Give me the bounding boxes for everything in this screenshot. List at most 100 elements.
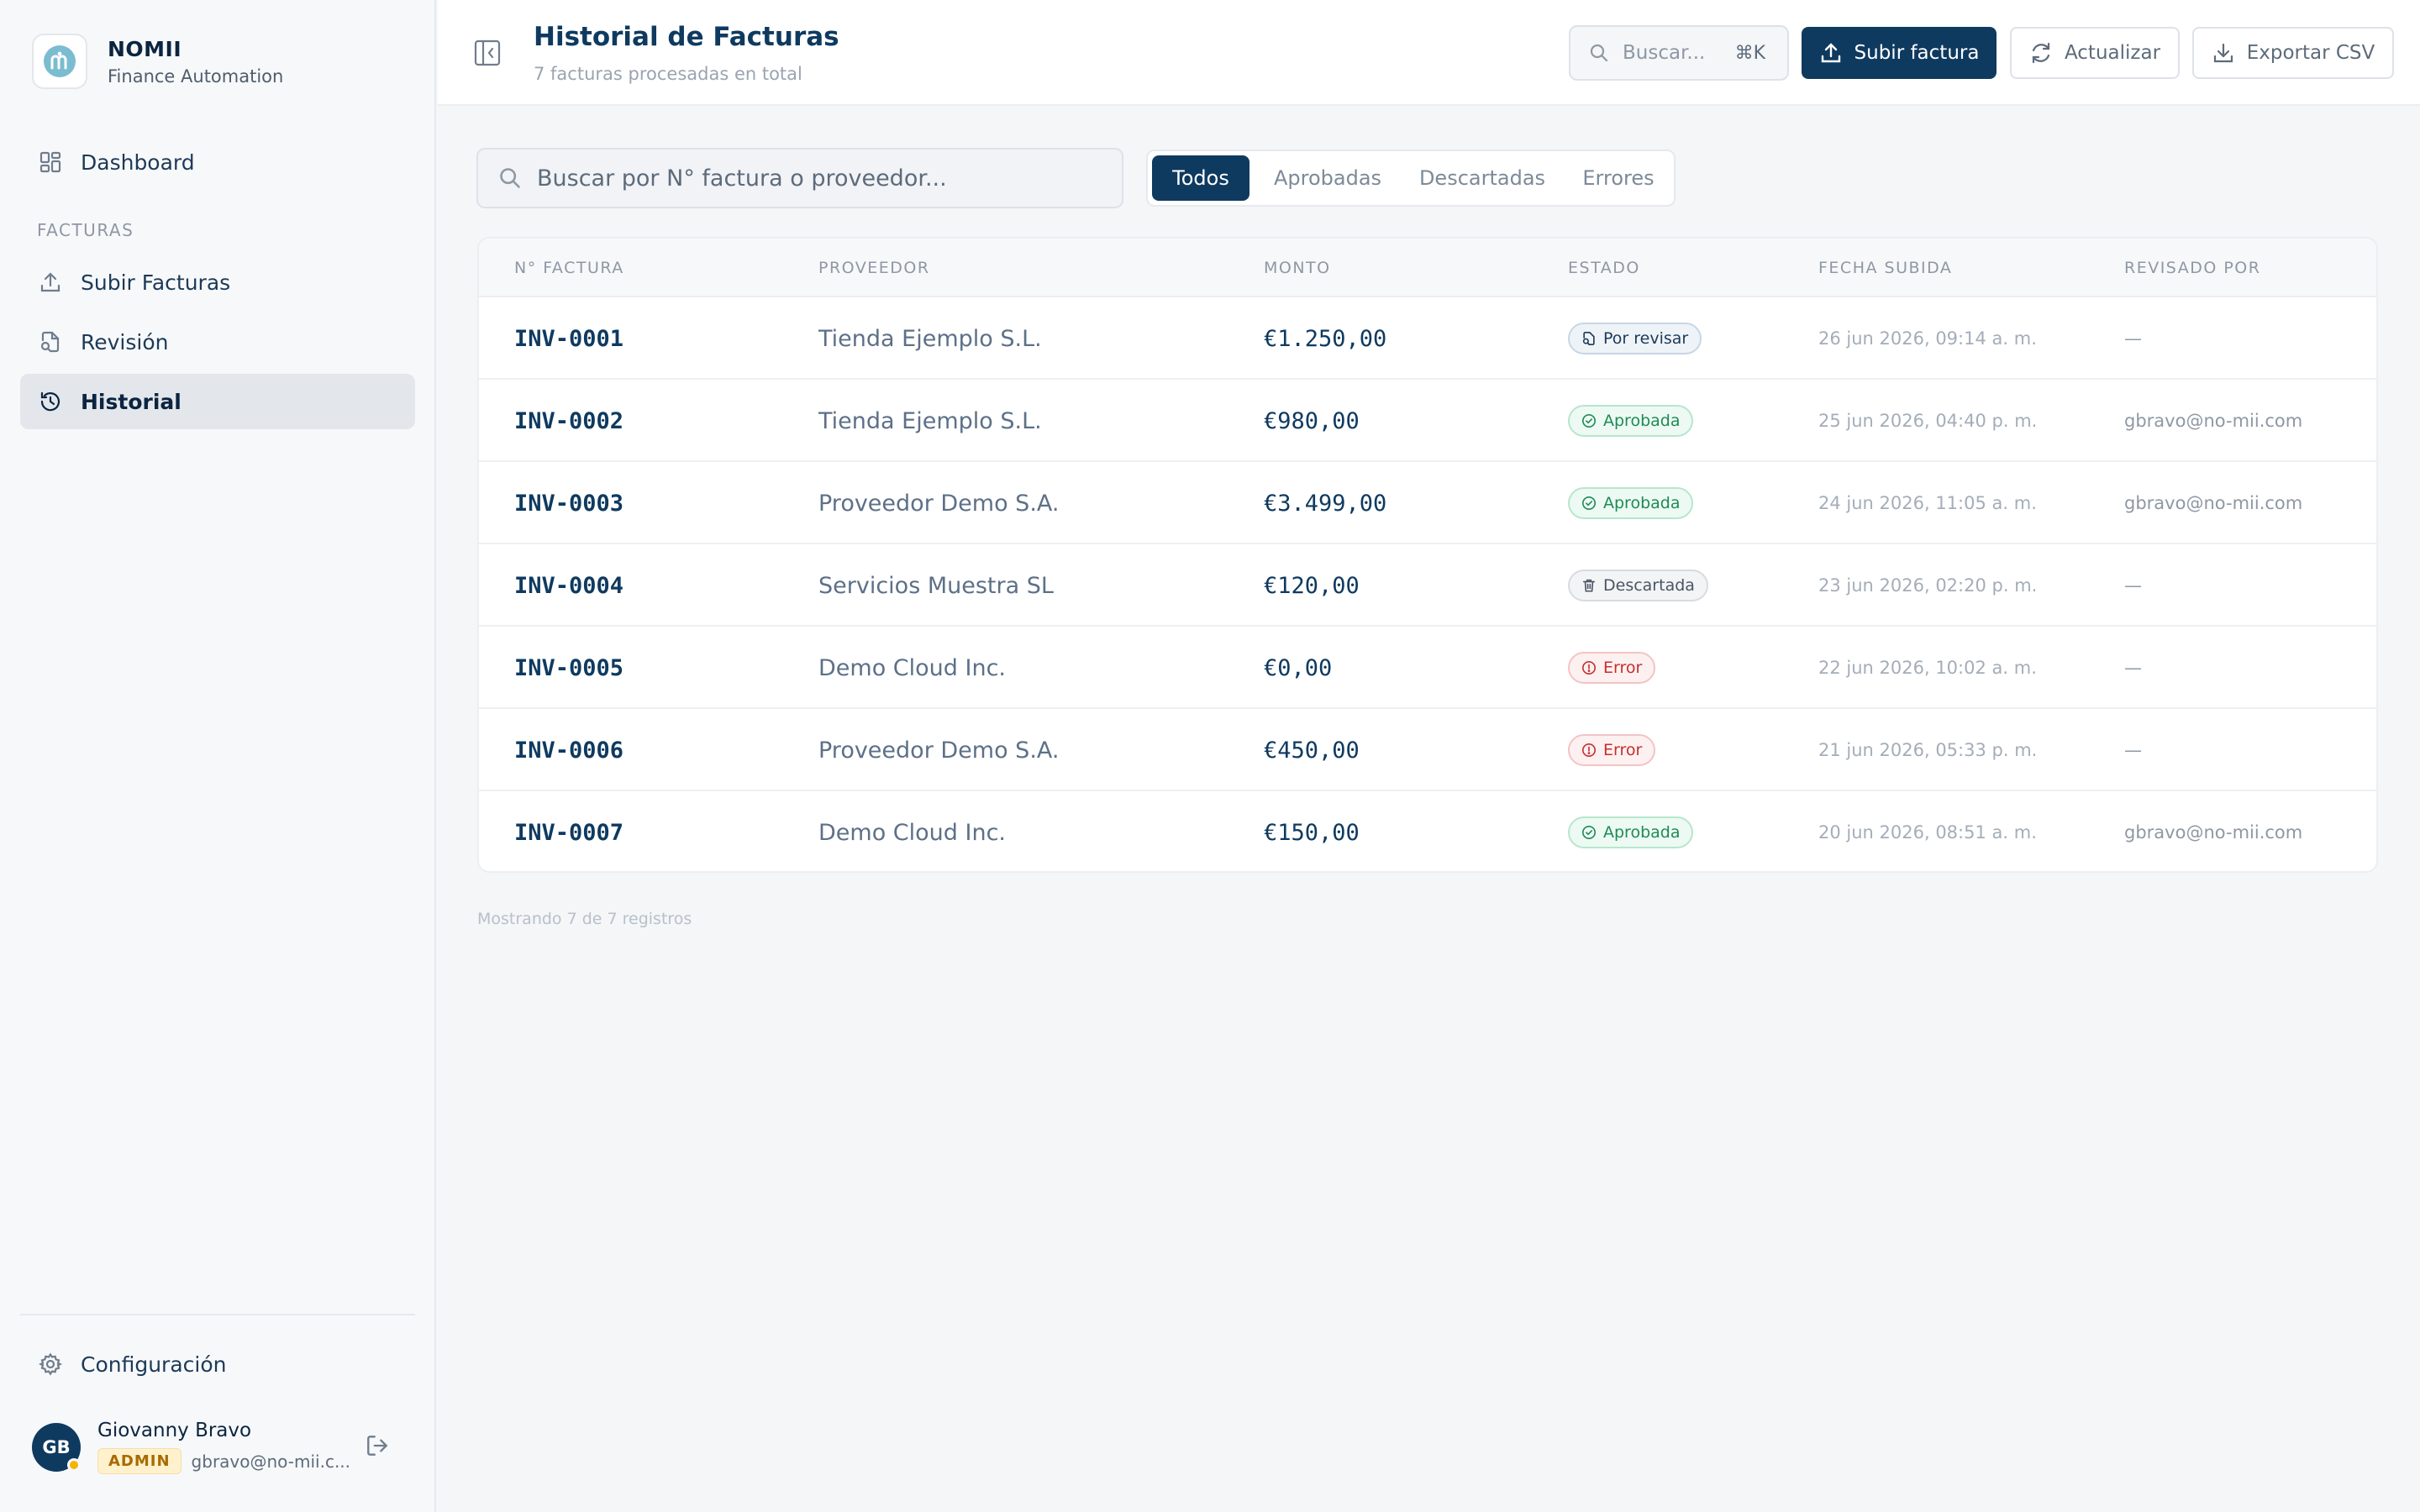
search-placeholder: Buscar... [1623,42,1706,64]
column-header[interactable]: MONTO [1264,259,1331,277]
sidebar-item-label: Historial [81,389,182,414]
brand[interactable]: NOMII Finance Automation [32,34,283,89]
download-icon [2212,41,2235,65]
sidebar-item-label: Configuración [81,1352,227,1377]
invoice-amount: €980,00 [1264,407,1360,434]
alert-circle-icon [1581,660,1597,675]
check-circle-icon [1581,413,1597,428]
status-badge: Aprobada [1568,405,1694,437]
table-header: N° FACTURA PROVEEDOR MONTO ESTADO FECHA … [479,239,2376,297]
reviewed-by: gbravo@no-mii.com [2124,822,2303,843]
sidebar-item-history[interactable]: Historial [20,374,415,429]
sidebar: NOMII Finance Automation Dashboard FACTU… [0,0,436,1512]
provider-name: Proveedor Demo S.A. [818,490,1060,517]
invoice-number[interactable]: INV-0003 [514,462,623,544]
tab-aprobadas[interactable]: Aprobadas [1258,155,1397,201]
upload-date: 23 jun 2026, 02:20 p. m. [1818,575,2038,596]
gear-icon [37,1351,64,1378]
upload-date: 24 jun 2026, 11:05 a. m. [1818,493,2037,513]
status-badge: Por revisar [1568,323,1702,354]
sidebar-item-dashboard[interactable]: Dashboard [20,134,415,190]
invoice-number[interactable]: INV-0004 [514,544,623,627]
tab-descartadas[interactable]: Descartadas [1404,155,1560,201]
invoices-table: N° FACTURA PROVEEDOR MONTO ESTADO FECHA … [477,237,2378,873]
invoice-number[interactable]: INV-0001 [514,297,623,380]
table-row[interactable]: INV-0007 Demo Cloud Inc. €150,00 Aprobada 20… [479,791,2376,871]
check-circle-icon [1581,825,1597,840]
sidebar-item-upload[interactable]: Subir Facturas [20,255,415,310]
history-clock-icon [37,388,64,415]
table-row[interactable]: INV-0003 Proveedor Demo S.A. €3.499,00 Apro… [479,462,2376,544]
upload-date: 25 jun 2026, 04:40 p. m. [1818,411,2038,431]
reviewed-by: gbravo@no-mii.com [2124,411,2303,431]
alert-circle-icon [1581,743,1597,758]
document-search-icon [37,328,64,355]
invoice-amount: €0,00 [1264,654,1333,681]
dashboard-grid-icon [37,149,64,176]
sidebar-item-label: Revisión [81,329,169,354]
invoice-amount: €1.250,00 [1264,325,1387,352]
reviewed-by: gbravo@no-mii.com [2124,493,2303,513]
provider-name: Tienda Ejemplo S.L. [818,325,1042,352]
invoice-search-input[interactable] [537,165,1092,192]
column-header[interactable]: PROVEEDOR [818,259,930,277]
user-email: gbravo@no-mii.c... [191,1451,351,1472]
table-row[interactable]: INV-0005 Demo Cloud Inc. €0,00 Error 22 jun … [479,627,2376,709]
status-filter-tabs: Todos Aprobadas Descartadas Errores [1146,150,1676,207]
invoice-amount: €120,00 [1264,572,1360,599]
search-icon [1589,43,1609,63]
invoice-amount: €3.499,00 [1264,490,1387,517]
user-name: Giovanny Bravo [97,1420,252,1441]
status-badge: Aprobada [1568,487,1694,519]
invoice-number[interactable]: INV-0005 [514,627,623,709]
invoice-number[interactable]: INV-0007 [514,791,623,871]
column-header[interactable]: N° FACTURA [514,259,624,277]
invoice-amount: €450,00 [1264,737,1360,764]
upload-date: 21 jun 2026, 05:33 p. m. [1818,740,2038,760]
table-row[interactable]: INV-0004 Servicios Muestra SL €120,00 Desca… [479,544,2376,627]
role-badge: ADMIN [97,1448,182,1474]
invoice-number[interactable]: INV-0002 [514,380,623,462]
sidebar-collapse-icon[interactable] [473,39,502,67]
column-header[interactable]: REVISADO POR [2124,259,2260,277]
table-row[interactable]: INV-0006 Proveedor Demo S.A. €450,00 Error 2… [479,709,2376,791]
invoice-search-field[interactable] [476,148,1123,208]
reviewed-by: — [2124,575,2142,596]
avatar: GB [32,1422,81,1472]
tab-errores[interactable]: Errores [1566,155,1670,201]
search-icon [498,166,522,190]
user-profile[interactable]: GB Giovanny Bravo ADMIN gbravo@no-mii.c.… [32,1420,350,1474]
upload-icon [37,269,64,296]
page-title: Historial de Facturas [534,22,839,52]
column-header[interactable]: ESTADO [1568,259,1640,277]
reviewed-by: — [2124,658,2142,678]
search-shortcut: ⌘K [1734,42,1765,64]
sidebar-divider [20,1314,415,1315]
global-search[interactable]: Buscar... ⌘K [1569,25,1789,81]
column-header[interactable]: FECHA SUBIDA [1818,259,1952,277]
sidebar-item-label: Dashboard [81,150,195,175]
records-count: Mostrando 7 de 7 registros [477,910,692,928]
table-row[interactable]: INV-0002 Tienda Ejemplo S.L. €980,00 Aproba… [479,380,2376,462]
sidebar-item-settings[interactable]: Configuración [20,1336,415,1392]
check-circle-icon [1581,496,1597,511]
status-badge: Error [1568,652,1656,684]
provider-name: Proveedor Demo S.A. [818,737,1060,764]
status-badge: Aprobada [1568,816,1694,848]
provider-name: Demo Cloud Inc. [818,819,1007,846]
invoice-amount: €150,00 [1264,819,1360,846]
status-badge: Error [1568,734,1656,766]
brand-subtitle: Finance Automation [108,66,284,87]
nomii-logo-icon [32,34,87,89]
upload-invoice-button[interactable]: Subir factura [1802,27,1996,79]
export-csv-button[interactable]: Exportar CSV [2192,27,2394,79]
sidebar-item-label: Subir Facturas [81,270,231,295]
invoice-number[interactable]: INV-0006 [514,709,623,791]
table-row[interactable]: INV-0001 Tienda Ejemplo S.L. €1.250,00 Por … [479,297,2376,380]
sidebar-item-review[interactable]: Revisión [20,314,415,370]
refresh-button[interactable]: Actualizar [2010,27,2180,79]
tab-todos[interactable]: Todos [1152,155,1249,201]
logout-icon[interactable] [365,1433,392,1460]
topbar: Historial de Facturas 7 facturas procesa… [438,0,2420,106]
refresh-icon [2029,41,2053,65]
